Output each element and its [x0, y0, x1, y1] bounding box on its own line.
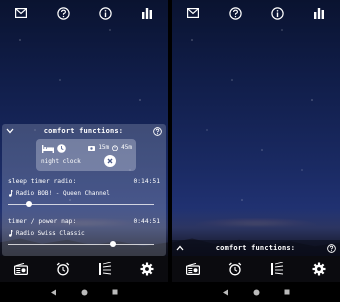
cancel-timer-button[interactable] [104, 155, 116, 167]
sleep-timer-station: Radio BOB! - Queen Channel [16, 190, 110, 197]
radio-icon[interactable] [14, 263, 29, 275]
night-clock-card[interactable]: night clock 15m 45m [36, 139, 136, 171]
timer-durations: 15m 45m [88, 144, 132, 151]
duration-2: 45m [121, 144, 132, 151]
radio-icon[interactable] [186, 263, 201, 275]
bottom-toolbar [0, 256, 168, 282]
info-icon[interactable] [270, 6, 284, 20]
recents-icon[interactable] [112, 289, 118, 295]
clock-icon [57, 144, 66, 153]
close-icon [107, 158, 113, 164]
sleep-timer-slider[interactable] [8, 201, 160, 207]
sleep-light-icon[interactable] [270, 262, 284, 276]
top-toolbar [0, 0, 168, 26]
alarm-clock-icon[interactable] [56, 262, 70, 276]
settings-icon[interactable] [312, 262, 326, 276]
mail-icon[interactable] [186, 6, 200, 20]
power-nap-slider[interactable] [8, 241, 160, 247]
sleep-timer-label: sleep timer radio: [8, 178, 77, 185]
collapse-chevron-icon[interactable] [6, 128, 14, 134]
sleep-timer-time: 0:14:51 [133, 178, 160, 185]
bottom-toolbar [172, 256, 340, 282]
power-nap-time: 0:44:51 [133, 218, 160, 225]
home-icon[interactable] [253, 289, 260, 296]
help-icon[interactable] [56, 6, 70, 20]
slider-thumb[interactable] [25, 201, 32, 207]
bar-chart-icon[interactable] [140, 6, 154, 20]
sleep-timer-section: sleep timer radio: 0:14:51 Radio BOB! - … [8, 178, 160, 207]
info-icon[interactable] [98, 6, 112, 20]
bar-chart-icon[interactable] [312, 6, 326, 20]
back-icon[interactable] [222, 289, 229, 296]
slider-thumb[interactable] [110, 241, 117, 247]
system-navbar [0, 282, 168, 302]
duration-1: 15m [98, 144, 110, 151]
bed-icon [42, 144, 54, 153]
stopwatch-icon [112, 144, 119, 151]
alarm-clock-icon[interactable] [228, 262, 242, 276]
panel-header: comfort functions: [2, 124, 166, 138]
music-note-icon [9, 190, 13, 197]
settings-icon[interactable] [140, 262, 154, 276]
panel-title: comfort functions: [43, 127, 124, 135]
power-nap-label: timer / power nap: [8, 218, 77, 225]
collapsed-title: comfort functions: [215, 244, 296, 252]
camera-timer-icon [88, 145, 96, 151]
top-toolbar [172, 0, 340, 26]
left-screen: comfort functions: night clock 15m 45m s… [0, 0, 168, 302]
help-icon[interactable] [228, 6, 242, 20]
music-note-icon [9, 230, 13, 237]
system-navbar [172, 282, 340, 302]
sleep-light-icon[interactable] [98, 262, 112, 276]
home-icon[interactable] [81, 289, 88, 296]
expand-chevron-icon[interactable] [176, 245, 184, 251]
back-icon[interactable] [50, 289, 57, 296]
power-nap-section: timer / power nap: 0:44:51 Radio Swiss C… [8, 218, 160, 247]
night-clock-icons [42, 144, 66, 153]
power-nap-station: Radio Swiss Classic [16, 230, 85, 237]
recents-icon[interactable] [284, 289, 290, 295]
comfort-functions-panel: comfort functions: night clock 15m 45m s… [2, 124, 166, 256]
collapsed-comfort-bar[interactable]: comfort functions: [172, 240, 340, 256]
right-screen: comfort functions: [172, 0, 340, 302]
night-clock-label: night clock [41, 158, 81, 165]
panel-help-icon[interactable] [327, 243, 336, 253]
panel-help-icon[interactable] [153, 126, 162, 136]
mail-icon[interactable] [14, 6, 28, 20]
